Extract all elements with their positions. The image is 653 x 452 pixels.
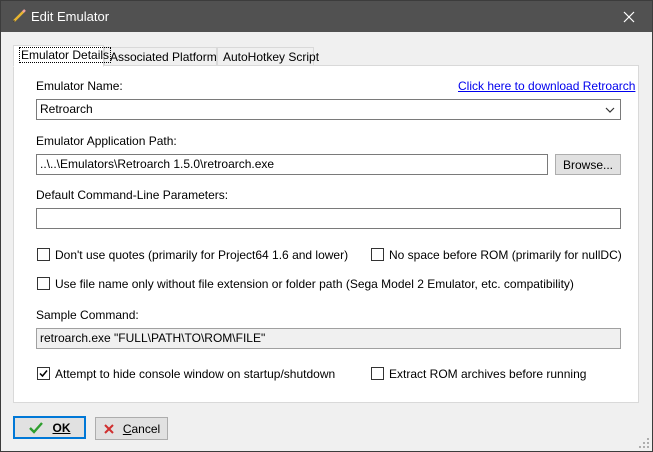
tab-label: Emulator Details: [19, 47, 112, 63]
tab-label: AutoHotkey Script: [223, 50, 320, 64]
extract-rom-checkbox[interactable]: [371, 367, 384, 380]
cancel-button[interactable]: Cancel: [95, 417, 168, 440]
emulator-name-label: Emulator Name:: [36, 79, 123, 93]
no-space-label[interactable]: No space before ROM (primarily for nullD…: [389, 248, 622, 262]
hide-console-label[interactable]: Attempt to hide console window on startu…: [55, 367, 335, 381]
x-icon: [104, 423, 114, 434]
browse-button[interactable]: Browse...: [555, 154, 621, 175]
extract-rom-label[interactable]: Extract ROM archives before running: [389, 367, 586, 381]
ok-label: OK: [52, 420, 71, 435]
application-path-value: ..\..\Emulators\Retroarch 1.5.0\retroarc…: [40, 157, 275, 171]
close-button[interactable]: [606, 1, 652, 32]
window-title: Edit Emulator: [31, 9, 110, 24]
sample-command-label: Sample Command:: [36, 308, 139, 322]
application-path-input[interactable]: ..\..\Emulators\Retroarch 1.5.0\retroarc…: [36, 154, 548, 175]
filename-only-checkbox[interactable]: [37, 277, 50, 290]
checkmark-icon: [28, 421, 43, 434]
emulator-name-combobox[interactable]: Retroarch: [36, 99, 621, 120]
chevron-down-icon[interactable]: [604, 104, 616, 116]
hide-console-checkbox[interactable]: [37, 367, 50, 380]
resize-grip-icon[interactable]: [638, 437, 650, 449]
checkmark-icon: [39, 370, 48, 378]
command-line-params-label: Default Command-Line Parameters:: [36, 188, 229, 202]
no-quotes-label[interactable]: Don't use quotes (primarily for Project6…: [55, 248, 348, 262]
no-space-checkbox[interactable]: [371, 248, 384, 261]
application-path-label: Emulator Application Path:: [36, 134, 177, 148]
ok-button[interactable]: OK: [13, 416, 86, 439]
filename-only-label[interactable]: Use file name only without file extensio…: [55, 277, 574, 291]
command-line-params-input[interactable]: [36, 208, 621, 229]
sample-command-value: retroarch.exe "FULL\PATH\TO\ROM\FILE": [40, 331, 266, 345]
close-icon: [623, 11, 635, 22]
sample-command-field: retroarch.exe "FULL\PATH\TO\ROM\FILE": [36, 328, 621, 349]
tab-emulator-details[interactable]: Emulator Details: [13, 45, 112, 67]
cancel-label: Cancel: [122, 421, 161, 436]
no-quotes-checkbox[interactable]: [37, 248, 50, 261]
tab-label: Associated Platforms: [110, 50, 223, 64]
title-bar[interactable]: Edit Emulator: [1, 1, 652, 32]
download-retroarch-link[interactable]: Click here to download Retroarch: [458, 79, 635, 93]
pencil-icon: [13, 9, 26, 22]
tab-associated-platforms[interactable]: Associated Platforms: [104, 47, 223, 66]
emulator-details-panel: Emulator Name: Click here to download Re…: [13, 65, 639, 403]
edit-emulator-window: Edit Emulator Emulator Details Associate…: [0, 0, 653, 452]
emulator-name-value: Retroarch: [40, 102, 93, 116]
tab-autohotkey-script[interactable]: AutoHotkey Script: [217, 47, 319, 66]
